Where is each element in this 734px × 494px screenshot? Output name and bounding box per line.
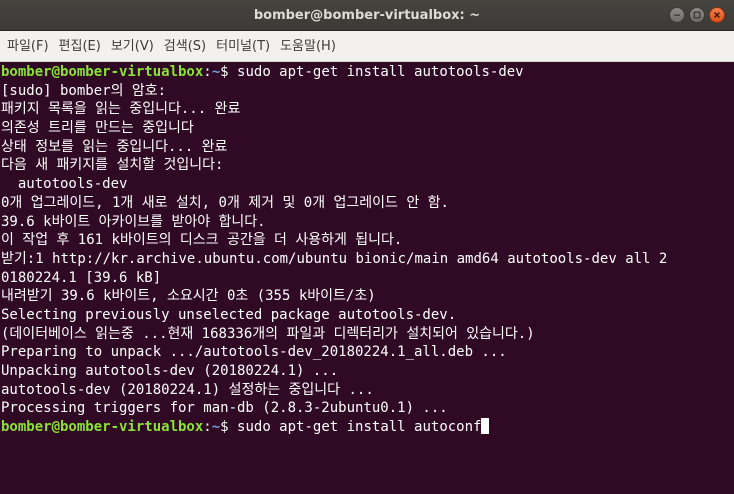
menu-edit[interactable]: 편집(E) xyxy=(54,31,106,62)
output-line: 패키지 목록을 읽는 중입니다... 완료 xyxy=(1,101,241,118)
output-line: 내려받기 39.6 k바이트, 소요시간 0초 (355 k바이트/초) xyxy=(1,288,376,305)
prompt-user-host: bomber@bomber-virtualbox xyxy=(1,419,204,436)
menu-file[interactable]: 파일(F) xyxy=(2,31,54,62)
prompt-symbol: $ xyxy=(220,64,238,80)
close-button[interactable] xyxy=(709,7,725,23)
minimize-button[interactable] xyxy=(669,7,685,23)
terminal-output[interactable]: bomber@bomber-virtualbox:~$ sudo apt-get… xyxy=(0,62,734,494)
output-line: 받기:1 http://kr.archive.ubuntu.com/ubuntu… xyxy=(1,250,668,267)
output-line: 다음 새 패키지를 설치할 것입니다: xyxy=(1,157,224,174)
output-line: [sudo] bomber의 암호: xyxy=(1,82,167,99)
output-line: Selecting previously unselected package … xyxy=(1,306,457,323)
menu-search[interactable]: 검색(S) xyxy=(159,31,211,62)
terminal-window: bomber@bomber-virtualbox: ~ 파일(F) 편집(E) … xyxy=(0,0,734,494)
output-line: 이 작업 후 161 k바이트의 디스크 공간을 더 사용하게 됩니다. xyxy=(1,232,403,249)
output-line: 0180224.1 [39.6 kB] xyxy=(1,269,162,286)
command-text: sudo apt-get install autotools-dev xyxy=(237,64,524,80)
maximize-icon xyxy=(693,11,701,19)
output-line: autotools-dev (20180224.1) 설정하는 중입니다 ... xyxy=(1,381,374,398)
output-line: 의존성 트리를 만드는 중입니다 xyxy=(1,120,194,137)
text-cursor xyxy=(481,418,490,435)
output-line: 39.6 k바이트 아카이브를 받아야 합니다. xyxy=(1,213,266,230)
prompt-colon: : xyxy=(203,64,212,80)
prompt-path: ~ xyxy=(211,64,221,80)
prompt-symbol: $ xyxy=(220,419,238,436)
menu-bar: 파일(F) 편집(E) 보기(V) 검색(S) 터미널(T) 도움말(H) xyxy=(0,31,734,62)
active-prompt-line[interactable]: bomber@bomber-virtualbox:~$ sudo apt-get… xyxy=(1,418,734,437)
menu-help[interactable]: 도움말(H) xyxy=(275,31,341,62)
close-icon xyxy=(714,12,720,18)
prompt-line: bomber@bomber-virtualbox:~$ sudo apt-get… xyxy=(1,63,734,82)
maximize-button[interactable] xyxy=(689,7,705,23)
output-line: 상태 정보를 읽는 중입니다... 완료 xyxy=(1,138,228,155)
menu-terminal[interactable]: 터미널(T) xyxy=(211,31,275,62)
minimize-icon xyxy=(674,14,680,16)
output-line: 0개 업그레이드, 1개 새로 설치, 0개 제거 및 0개 업그레이드 안 함… xyxy=(1,194,449,211)
output-line: Processing triggers for man-db (2.8.3-2u… xyxy=(1,400,448,417)
output-line: autotools-dev xyxy=(1,176,128,193)
output-line: Preparing to unpack .../autotools-dev_20… xyxy=(1,344,507,361)
output-line: Unpacking autotools-dev (20180224.1) ... xyxy=(1,363,339,379)
window-controls xyxy=(669,7,725,23)
output-line: (데이터베이스 읽는중 ...현재 168336개의 파일과 디렉터리가 설치되… xyxy=(1,325,535,342)
command-input[interactable]: sudo apt-get install autoconf xyxy=(237,419,481,435)
title-bar[interactable]: bomber@bomber-virtualbox: ~ xyxy=(0,0,734,31)
prompt-user-host: bomber@bomber-virtualbox xyxy=(1,64,204,80)
prompt-colon: : xyxy=(203,419,212,436)
prompt-path: ~ xyxy=(211,419,221,436)
menu-view[interactable]: 보기(V) xyxy=(106,31,159,62)
window-title: bomber@bomber-virtualbox: ~ xyxy=(253,8,481,23)
